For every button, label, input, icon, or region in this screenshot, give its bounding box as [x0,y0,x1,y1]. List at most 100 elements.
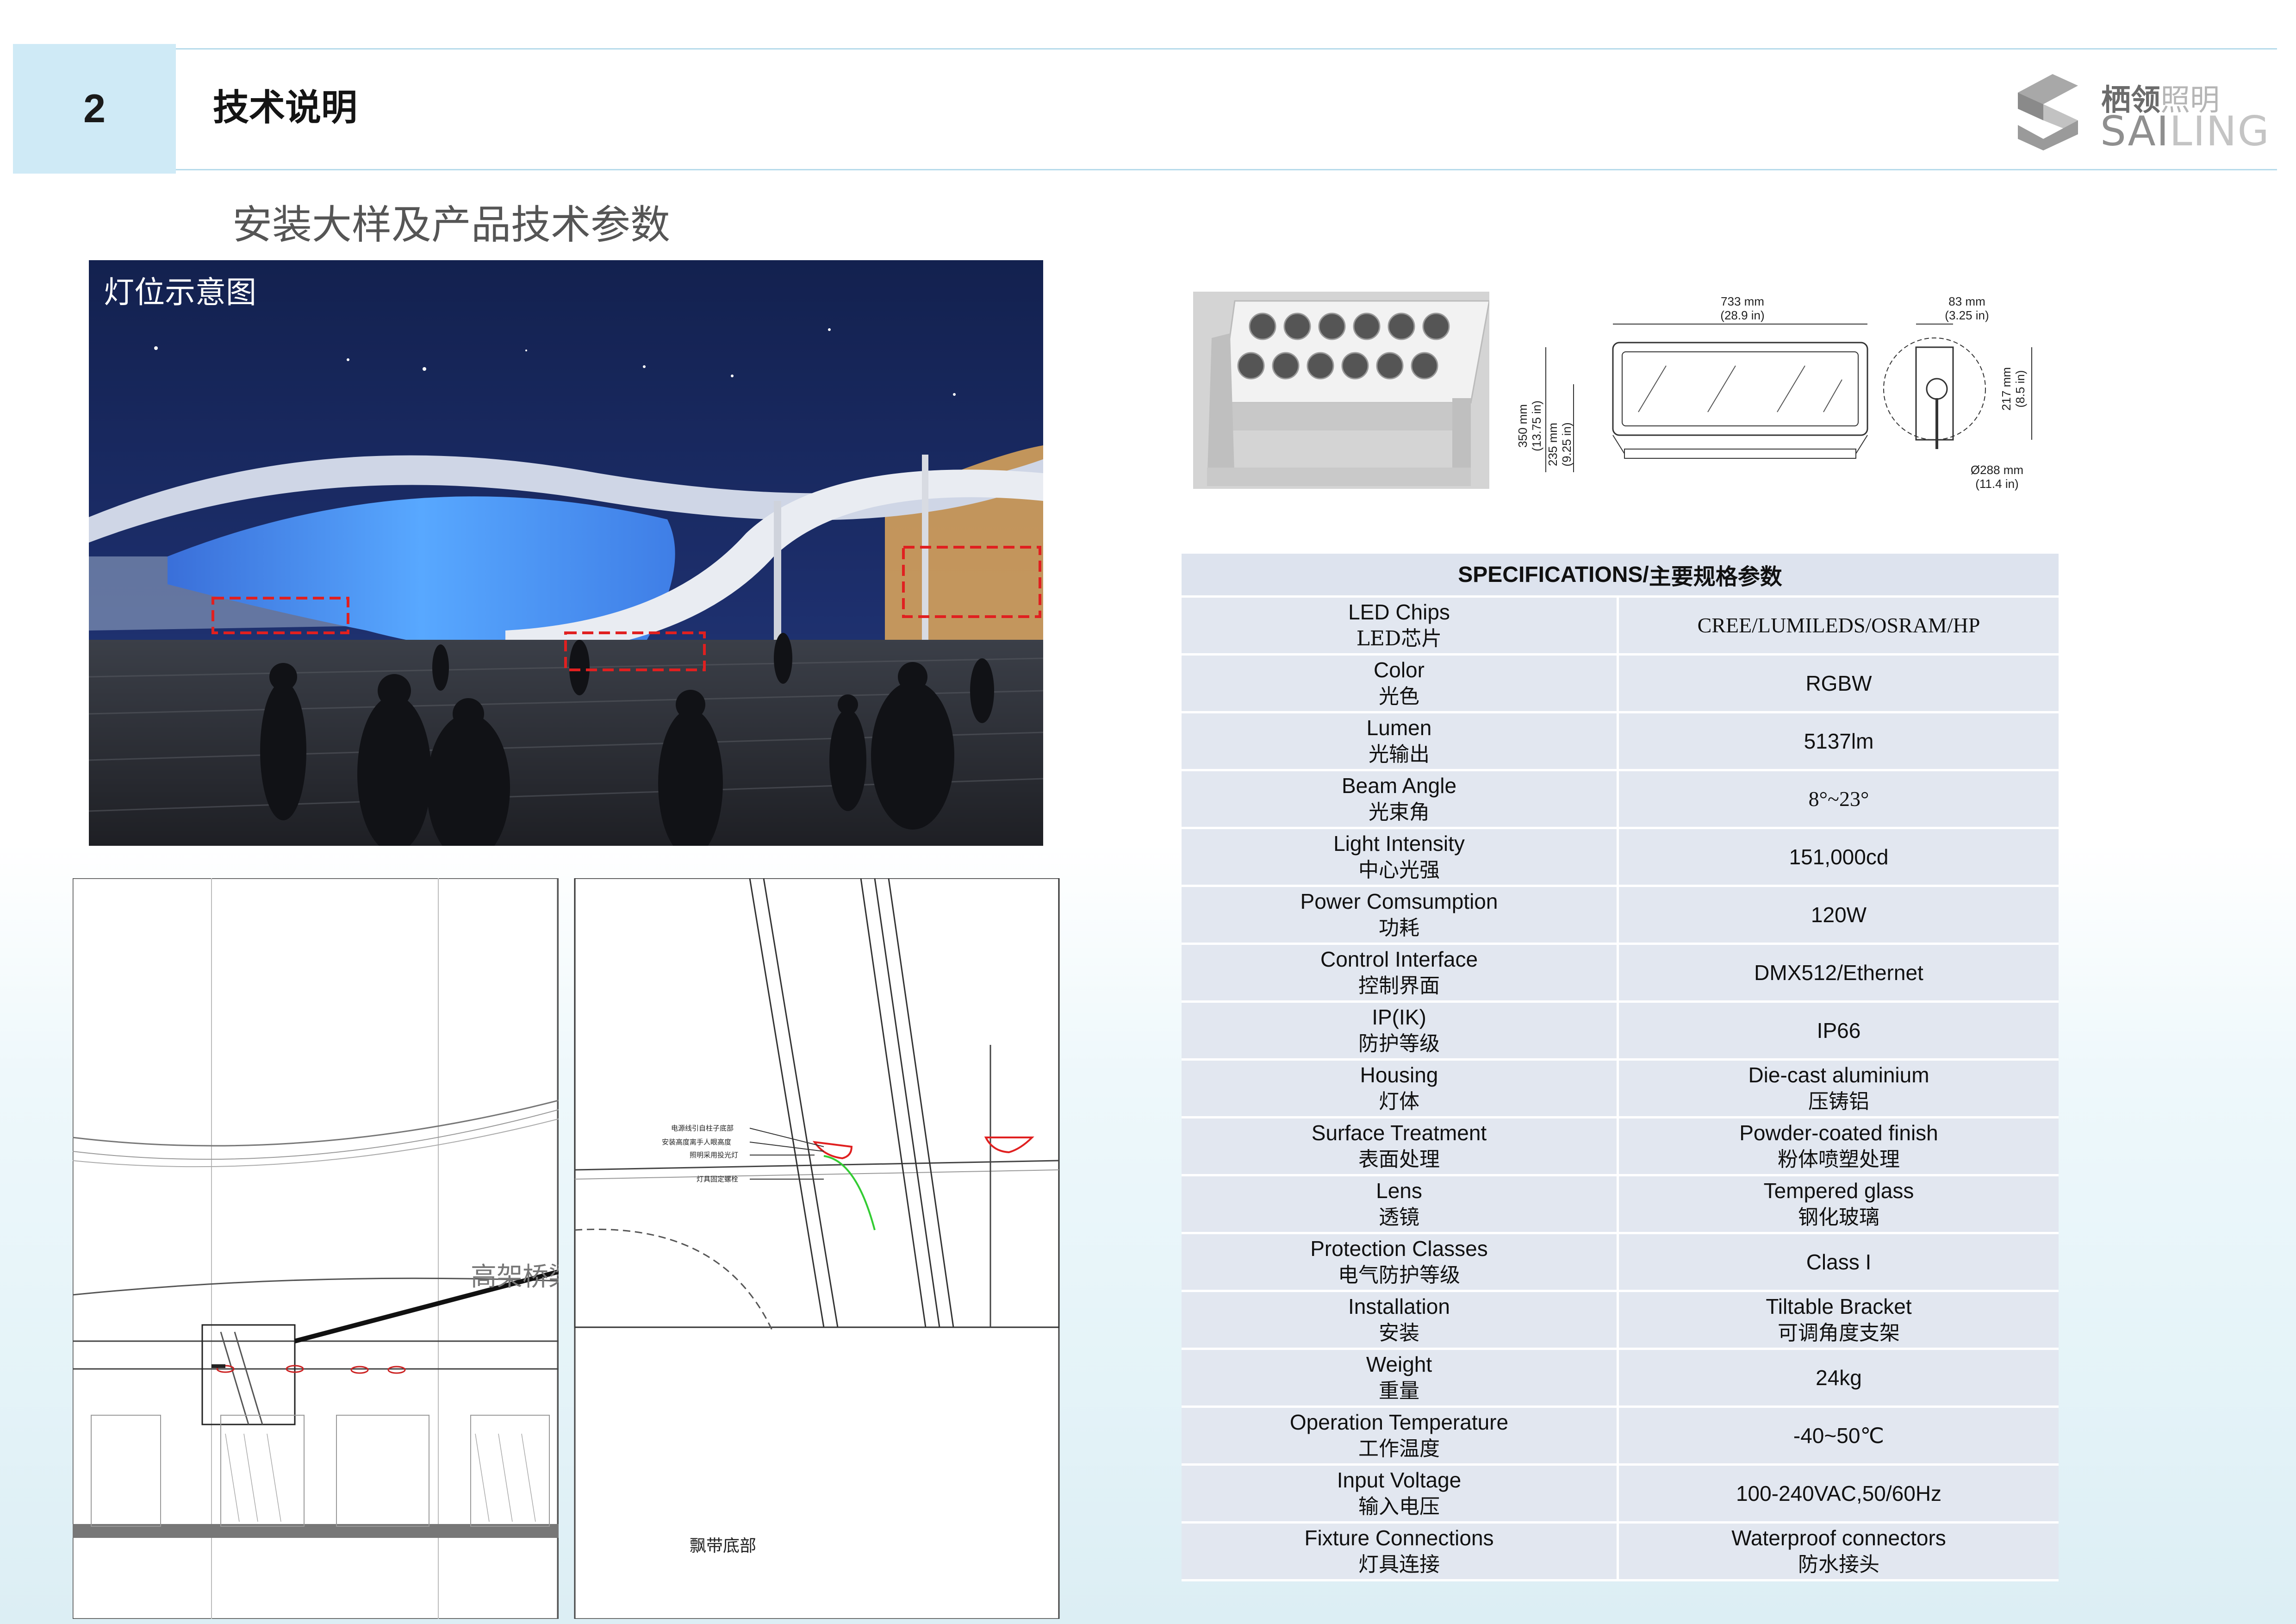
dim-side-height-mm: 217 mm [1999,367,2013,411]
dim-width-in: (28.9 in) [1720,308,1765,322]
spec-value-text: Powder-coated finish [1739,1121,1938,1145]
spec-label: Protection Classes 电气防护等级 [1182,1234,1619,1290]
spec-value: -40~50℃ [1619,1408,2059,1463]
spec-value-cn: 钢化玻璃 [1798,1206,1879,1229]
dim-height-total: 350 mm (13.75 in) [1516,380,1543,472]
section-number: 2 [13,44,176,174]
spec-value-text: 8°~23° [1808,787,1869,811]
spec-label-cn: 灯体 [1379,1090,1419,1113]
spec-value: 5137lm [1619,713,2059,769]
dim-depth-mm: 83 mm [1948,294,1985,308]
spec-value-cn: 粉体喷塑处理 [1778,1148,1900,1171]
spec-value-text: -40~50℃ [1793,1424,1885,1448]
spec-value-text: DMX512/Ethernet [1754,961,1923,985]
spec-label-cn: 中心光强 [1358,858,1440,882]
spec-value-text: 120W [1811,903,1867,927]
spec-label-en: Weight [1366,1352,1432,1376]
cad-elevation-drawing: 高架桥梁 [73,878,559,1619]
spec-value: RGBW [1619,656,2059,711]
dim-height-total-in: (13.75 in) [1530,400,1543,451]
dim-height-body: 235 mm (9.25 in) [1546,398,1574,491]
spec-label-en: Protection Classes [1310,1237,1488,1261]
spec-label-cn: 重量 [1379,1379,1419,1403]
spec-value-cn: 防水接头 [1798,1553,1879,1576]
table-row: Housing 灯体 Die-cast aluminium 压铸铝 [1182,1061,2059,1118]
spec-label-en: Control Interface [1320,947,1478,971]
spec-label-cn: 光束角 [1369,800,1430,824]
spec-value: Waterproof connectors 防水接头 [1619,1524,2059,1579]
specifications-table: SPECIFICATIONS/主要规格参数 LED Chips LED芯片 CRE… [1182,554,2059,1581]
spec-label-en: Housing [1360,1063,1438,1087]
header-rule-bottom [176,169,2277,170]
spec-value: 100-240VAC,50/60Hz [1619,1466,2059,1521]
specifications-title-en: SPECIFICATIONS/ [1458,562,1649,587]
table-row: Light Intensity 中心光强 151,000cd [1182,829,2059,887]
spec-label-en: Light Intensity [1333,831,1465,856]
dim-depth-in: (3.25 in) [1945,308,1989,322]
spec-label: Color 光色 [1182,656,1619,711]
spec-label-cn: 光色 [1379,685,1419,708]
dim-diameter-mm: Ø288 mm [1970,463,2024,477]
dim-height-body-in: (9.25 in) [1560,422,1574,467]
spec-value: Tiltable Bracket 可调角度支架 [1619,1292,2059,1348]
spec-label-en: Power Comsumption [1300,889,1498,913]
dim-width: 733 mm (28.9 in) [1696,294,1789,322]
table-row: Fixture Connections 灯具连接 Waterproof conne… [1182,1524,2059,1581]
spec-label-cn: 灯具连接 [1358,1553,1440,1576]
spec-label-en: Color [1374,658,1425,682]
spec-value: Tempered glass 钢化玻璃 [1619,1176,2059,1232]
spec-label-en: LED Chips [1348,600,1450,624]
spec-label: Fixture Connections 灯具连接 [1182,1524,1619,1579]
spec-value-text: Tiltable Bracket [1766,1294,1912,1318]
table-row: Lens 透镜 Tempered glass 钢化玻璃 [1182,1176,2059,1234]
spec-label-en: Beam Angle [1341,774,1457,798]
spec-value: Powder-coated finish 粉体喷塑处理 [1619,1118,2059,1174]
spec-label-en: Installation [1348,1294,1450,1318]
spec-label: IP(IK) 防护等级 [1182,1003,1619,1058]
logo-english-name: SAILING [2100,107,2270,155]
spec-label-en: Input Voltage [1337,1468,1462,1492]
section-title: 技术说明 [213,87,358,129]
night-rendering-image [89,260,1043,846]
spec-value: 120W [1619,887,2059,943]
spec-value: CREE/LUMILEDS/OSRAM/HP [1619,598,2059,653]
dim-diameter: Ø288 mm (11.4 in) [1951,463,2043,491]
spec-label-cn: 输入电压 [1358,1495,1440,1518]
spec-label-en: Lumen [1366,716,1432,740]
spec-label: Installation 安装 [1182,1292,1619,1348]
dim-diameter-in: (11.4 in) [1975,477,2019,491]
cad-note-1: 电源线引自柱子底部 [671,1124,734,1132]
spec-value-cn: 压铸铝 [1808,1090,1869,1113]
spec-value: Die-cast aluminium 压铸铝 [1619,1061,2059,1116]
spec-value: 8°~23° [1619,771,2059,827]
spec-value: DMX512/Ethernet [1619,945,2059,1000]
spec-label: Input Voltage 输入电压 [1182,1466,1619,1521]
table-row: IP(IK) 防护等级 IP66 [1182,1003,2059,1061]
spec-label-cn: 电气防护等级 [1338,1263,1460,1287]
product-photo [1193,292,1490,489]
spec-value-text: 151,000cd [1789,845,1889,869]
cad-note-2: 安装高度离手人眼高度 [662,1138,731,1146]
dim-height-body-mm: 235 mm [1546,423,1560,466]
dim-height-total-mm: 350 mm [1516,404,1530,448]
spec-value-text: Waterproof connectors [1731,1526,1946,1550]
table-row: Installation 安装 Tiltable Bracket 可调角度支架 [1182,1292,2059,1350]
spec-value: Class I [1619,1234,2059,1290]
spec-label: Operation Temperature 工作温度 [1182,1408,1619,1463]
spec-label-cn: 光输出 [1369,743,1430,766]
spec-label: Light Intensity 中心光强 [1182,829,1619,885]
page-subtitle: 安装大样及产品技术参数 [232,202,670,248]
header-rule-top [176,48,2277,50]
spec-value-cn: 可调角度支架 [1778,1321,1900,1345]
spec-label: Lumen 光输出 [1182,713,1619,769]
spec-value-text: CREE/LUMILEDS/OSRAM/HP [1697,613,1980,637]
dim-side-height-in: (8.5 in) [2013,370,2027,408]
table-row: Lumen 光输出 5137lm [1182,713,2059,771]
dim-depth: 83 mm (3.25 in) [1921,294,2013,322]
spec-value: IP66 [1619,1003,2059,1058]
table-row: Operation Temperature 工作温度 -40~50℃ [1182,1408,2059,1466]
logo-en-part2: LING [2169,107,2270,155]
specifications-title-cn: 主要规格参数 [1649,564,1782,590]
spec-label: Control Interface 控制界面 [1182,945,1619,1000]
spec-label-en: Lens [1376,1179,1422,1203]
